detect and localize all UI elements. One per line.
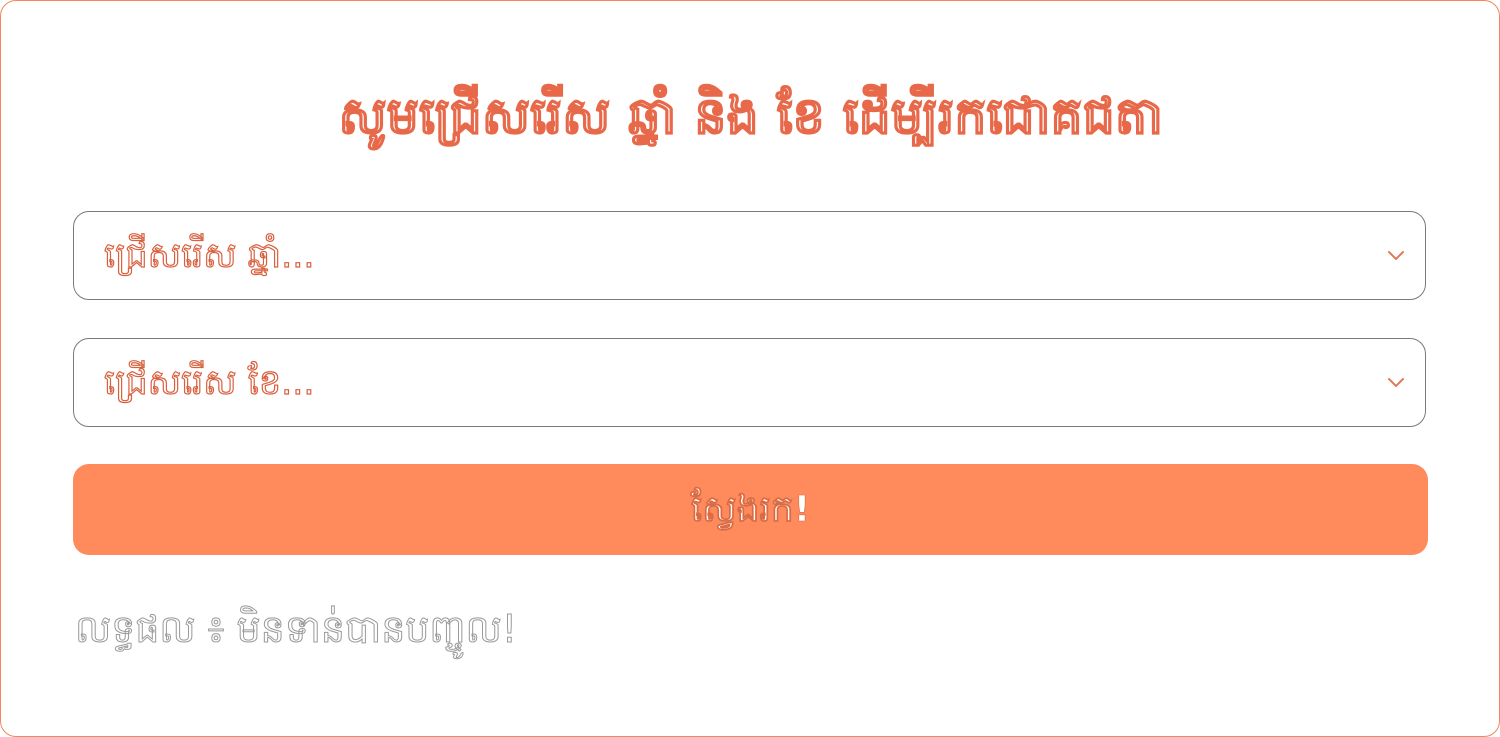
page-title: សូមជ្រើសរើស ឆ្នាំ និង ខែ ដើម្បីរកជោគជតា <box>338 86 1164 146</box>
fortune-form-card: សូមជ្រើសរើស ឆ្នាំ និង ខែ ដើម្បីរកជោគជតា … <box>0 0 1500 737</box>
search-button[interactable]: ស្វែងរក! <box>73 464 1428 555</box>
month-select-placeholder: ជ្រើសរើស ខែ... <box>103 362 315 403</box>
year-select-placeholder: ជ្រើសរើស ឆ្នាំ... <box>103 235 315 276</box>
month-select[interactable]: ជ្រើសរើស ខែ... <box>73 338 1426 427</box>
chevron-down-icon <box>1388 251 1404 260</box>
chevron-down-icon <box>1388 378 1404 387</box>
year-select[interactable]: ជ្រើសរើស ឆ្នាំ... <box>73 211 1426 300</box>
result-text: លទ្ធផល ៖ មិនទាន់បានបញ្ចូល! <box>74 607 518 652</box>
